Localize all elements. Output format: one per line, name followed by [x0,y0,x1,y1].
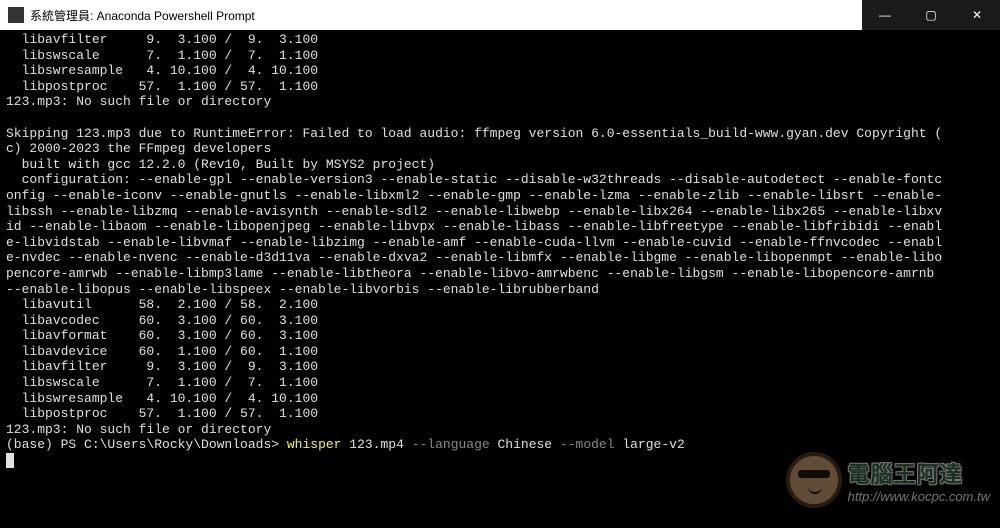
flag-model: --model [560,437,615,452]
command-file: 123.mp4 [341,437,411,452]
terminal-lines: libavfilter 9. 3.100 / 9. 3.100 libswsca… [6,32,994,437]
window-title: 系統管理員: Anaconda Powershell Prompt [30,7,862,24]
terminal-output[interactable]: libavfilter 9. 3.100 / 9. 3.100 libswsca… [0,30,1000,471]
window-controls: — ▢ ✕ [862,0,1000,30]
flag-model-value: large-v2 [615,437,685,452]
maximize-button[interactable]: ▢ [908,0,954,30]
titlebar: 系統管理員: Anaconda Powershell Prompt — ▢ ✕ [0,0,1000,30]
close-button[interactable]: ✕ [954,0,1000,30]
command-word: whisper [287,437,342,452]
minimize-button[interactable]: — [862,0,908,30]
app-icon [8,7,24,23]
watermark-url: http://www.kocpc.com.tw [848,489,990,504]
prompt-line: (base) PS C:\Users\Rocky\Downloads> whis… [6,437,685,452]
flag-language: --language [412,437,490,452]
flag-language-value: Chinese [490,437,560,452]
prompt-prefix: (base) PS C:\Users\Rocky\Downloads> [6,437,287,452]
cursor-icon [6,453,14,468]
